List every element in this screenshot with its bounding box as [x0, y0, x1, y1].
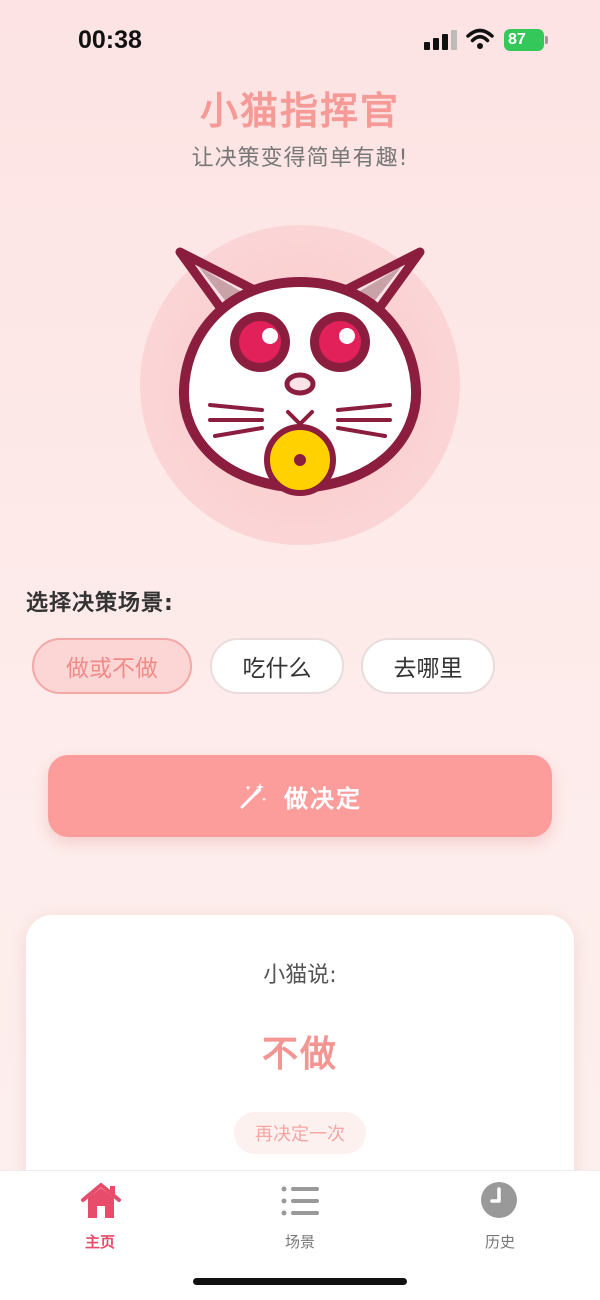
tab-home-label: 主页	[84, 1233, 115, 1251]
tab-scenes-label: 场景	[284, 1233, 315, 1251]
decide-button[interactable]: 做决定	[48, 755, 552, 837]
battery-tip	[545, 36, 548, 44]
tab-history[interactable]: 历史	[440, 1181, 560, 1251]
cat-mascot-icon[interactable]	[160, 240, 440, 500]
result-value: 不做	[261, 1034, 338, 1075]
cellular-signal-icon	[424, 30, 457, 50]
list-icon	[281, 1186, 319, 1216]
wifi-icon	[466, 28, 494, 49]
battery-indicator: 87	[504, 29, 544, 51]
status-time: 00:38	[78, 26, 142, 54]
scene-option-where-to-go[interactable]: 去哪里	[361, 638, 495, 694]
app-title: 小猫指挥官	[199, 89, 400, 133]
home-icon	[81, 1183, 121, 1218]
tab-home[interactable]: 主页	[40, 1181, 160, 1251]
magic-wand-icon	[240, 783, 267, 809]
clock-icon	[481, 1182, 517, 1218]
scene-option-do-or-not[interactable]: 做或不做	[32, 638, 192, 694]
status-bar: 00:38 87	[0, 0, 600, 80]
scene-option-what-to-eat[interactable]: 吃什么	[210, 638, 344, 694]
tab-history-label: 历史	[484, 1233, 515, 1251]
result-label: 小猫说:	[263, 963, 337, 988]
decide-button-label: 做决定	[284, 784, 362, 813]
tab-scenes[interactable]: 场景	[240, 1181, 360, 1251]
app-subtitle: 让决策变得简单有趣!	[191, 146, 409, 171]
home-indicator	[193, 1278, 407, 1285]
decide-again-button[interactable]: 再决定一次	[234, 1112, 366, 1154]
scene-section-label: 选择决策场景:	[26, 591, 174, 616]
